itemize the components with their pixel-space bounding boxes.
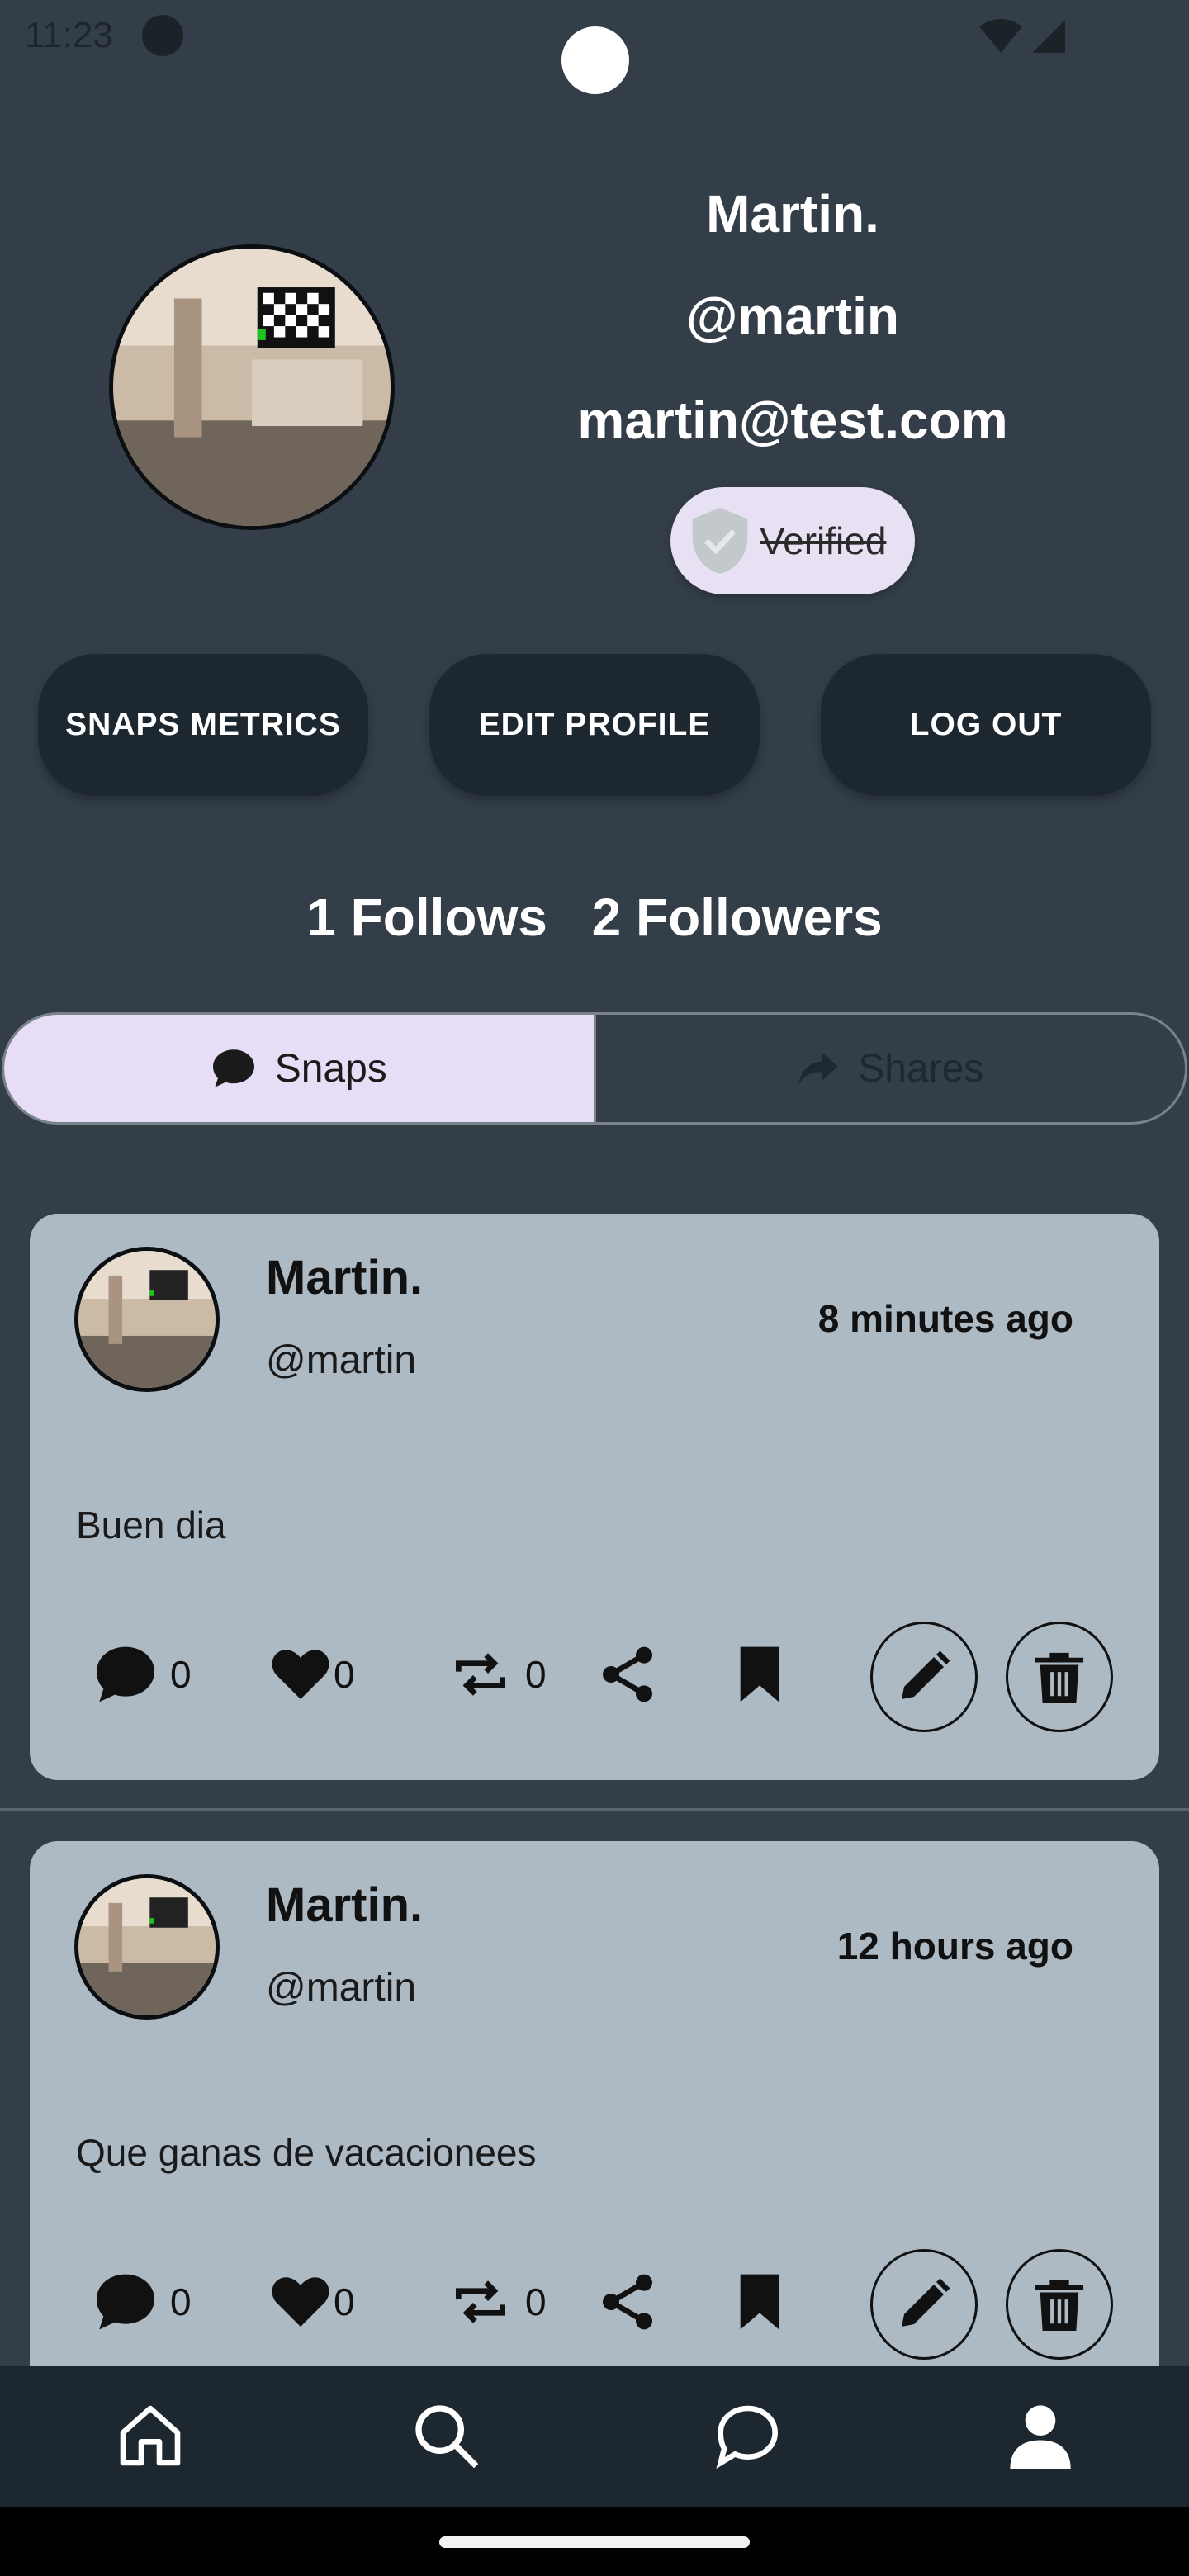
- profile-handle: @martin: [686, 286, 899, 346]
- heart-icon: [272, 2277, 329, 2327]
- heart-icon: [272, 1650, 329, 1699]
- signal-icon: [1032, 20, 1065, 53]
- messages-icon[interactable]: [708, 2399, 781, 2472]
- snap-author-avatar[interactable]: [74, 1247, 220, 1392]
- profile-name: Martin.: [706, 184, 879, 244]
- snap-author-name: Martin.: [266, 1878, 424, 1932]
- snap-card[interactable]: Martin. @martin 12 hours ago Que ganas d…: [30, 1841, 1159, 2366]
- snap-author-handle: @martin: [266, 1966, 417, 2010]
- edit-snap-button[interactable]: [870, 2249, 978, 2360]
- comment-icon: [97, 2274, 154, 2330]
- bookmark-icon[interactable]: [727, 1641, 793, 1707]
- bottom-nav: [0, 2366, 1189, 2507]
- comment-icon: [97, 1646, 154, 1702]
- verified-badge[interactable]: Verified: [670, 487, 915, 594]
- feed-divider: [0, 1808, 1189, 1811]
- tab-shares[interactable]: Shares: [596, 1015, 1186, 1122]
- status-time: 11:23: [25, 15, 113, 55]
- snap-timestamp: 12 hours ago: [836, 1925, 1073, 1968]
- home-indicator[interactable]: [439, 2536, 750, 2548]
- tab-shares-label: Shares: [858, 1046, 984, 1091]
- repost-count: 0: [525, 2280, 547, 2323]
- snap-text: Buen dia: [76, 1503, 226, 1546]
- followers-count[interactable]: 2 Followers: [592, 888, 883, 947]
- search-icon[interactable]: [410, 2399, 482, 2472]
- snaps-metrics-button[interactable]: SNAPS METRICS: [38, 654, 368, 796]
- status-notification-icon: [142, 15, 183, 56]
- profile-tabs: Snaps Shares: [2, 1012, 1187, 1125]
- camera-cutout: [561, 26, 629, 94]
- shield-check-icon: [692, 508, 748, 574]
- share-icon[interactable]: [594, 2269, 661, 2335]
- tab-snaps[interactable]: Snaps: [4, 1015, 596, 1122]
- like-action[interactable]: 0: [268, 1641, 355, 1707]
- trash-icon: [1035, 2280, 1084, 2331]
- like-count: 0: [334, 2280, 355, 2323]
- pencil-icon: [902, 1650, 950, 1699]
- profile-email: martin@test.com: [577, 391, 1008, 450]
- verified-label: Verified: [760, 519, 887, 562]
- trash-icon: [1035, 1652, 1084, 1703]
- comment-count: 0: [170, 2280, 192, 2323]
- delete-snap-button[interactable]: [1006, 2249, 1113, 2360]
- home-icon[interactable]: [114, 2399, 187, 2472]
- repost-action[interactable]: 0: [448, 1641, 547, 1707]
- logout-button[interactable]: LOG OUT: [821, 654, 1151, 796]
- repost-count: 0: [525, 1653, 547, 1696]
- share-arrow-icon: [798, 1052, 839, 1085]
- snap-actions: 0 0 0: [30, 2246, 1159, 2361]
- profile-avatar[interactable]: [109, 244, 395, 530]
- profile-icon[interactable]: [1004, 2399, 1077, 2472]
- follows-count[interactable]: 1 Follows: [306, 888, 547, 947]
- like-action[interactable]: 0: [268, 2269, 355, 2335]
- snap-actions: 0 0 0: [30, 1618, 1159, 1734]
- bookmark-icon[interactable]: [727, 2269, 793, 2335]
- repost-icon: [456, 2280, 505, 2323]
- like-count: 0: [334, 1653, 355, 1696]
- snap-author-name: Martin.: [266, 1251, 424, 1305]
- snap-author-handle: @martin: [266, 1338, 417, 1382]
- edit-profile-button[interactable]: EDIT PROFILE: [429, 654, 760, 796]
- chat-bubble-icon: [212, 1049, 254, 1087]
- snap-text: Que ganas de vacacionees: [76, 2131, 537, 2174]
- comment-action[interactable]: 0: [92, 2269, 192, 2335]
- snap-card[interactable]: Martin. @martin 8 minutes ago Buen dia 0…: [30, 1214, 1159, 1780]
- pencil-icon: [902, 2278, 950, 2327]
- comment-action[interactable]: 0: [92, 1641, 192, 1707]
- repost-action[interactable]: 0: [448, 2269, 547, 2335]
- repost-icon: [456, 1653, 505, 1696]
- comment-count: 0: [170, 1653, 192, 1696]
- snap-timestamp: 8 minutes ago: [817, 1297, 1073, 1340]
- follow-stats: 1 Follows 2 Followers: [0, 887, 1189, 948]
- wifi-icon: [979, 19, 1022, 53]
- snap-author-avatar[interactable]: [74, 1874, 220, 2020]
- edit-snap-button[interactable]: [870, 1622, 978, 1732]
- tab-snaps-label: Snaps: [274, 1046, 387, 1091]
- share-icon[interactable]: [594, 1641, 661, 1707]
- delete-snap-button[interactable]: [1006, 1622, 1113, 1732]
